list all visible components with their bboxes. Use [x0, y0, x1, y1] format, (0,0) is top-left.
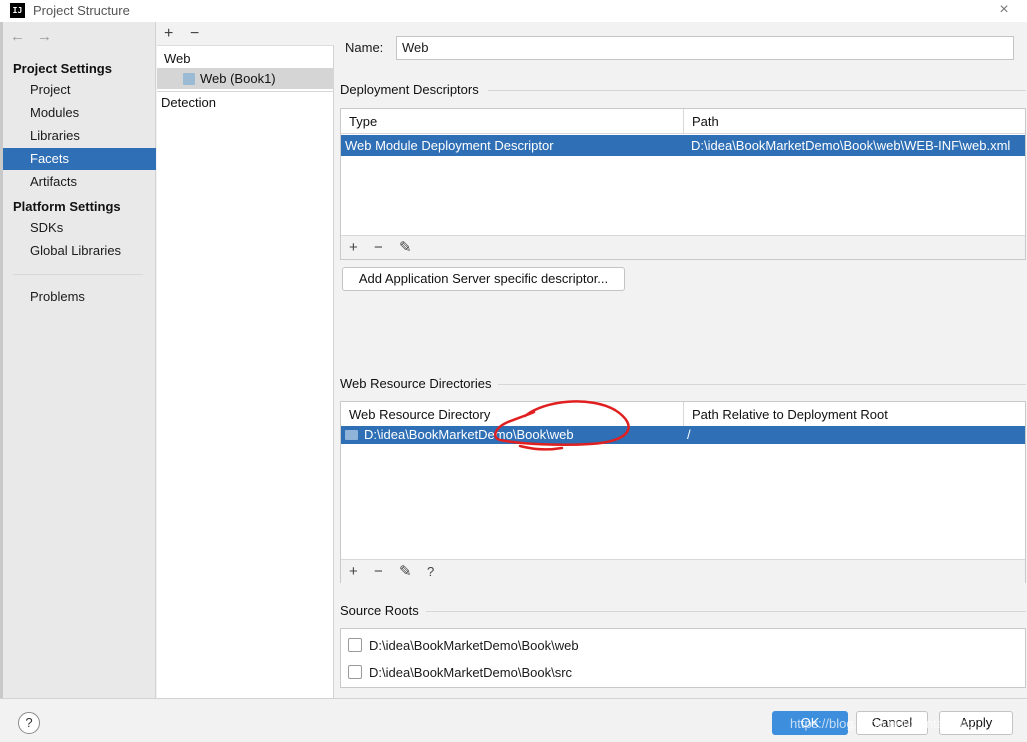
facets-tree [157, 22, 334, 698]
column-header-relative-path[interactable]: Path Relative to Deployment Root [684, 402, 888, 427]
source-root-checkbox-src[interactable] [348, 665, 362, 679]
column-separator [683, 109, 684, 134]
tree-divider [157, 91, 334, 92]
project-settings-header: Project Settings [13, 61, 112, 76]
remove-facet-button[interactable]: − [190, 23, 199, 45]
red-annotation-circle [494, 400, 630, 451]
source-root-checkbox-web[interactable] [348, 638, 362, 652]
tree-group-web[interactable]: Web [164, 51, 191, 66]
watermark-text: https://blog.csdn.net/Santa_Wan [790, 716, 978, 731]
edit-icon[interactable]: ✎ [399, 236, 412, 260]
facets-toolbar [157, 22, 334, 46]
back-arrow-icon[interactable]: ← [10, 28, 25, 45]
table-row[interactable]: D:\idea\BookMarketDemo\Book\web / [341, 426, 1025, 444]
descriptor-path-cell: D:\idea\BookMarketDemo\Book\web\WEB-INF\… [691, 138, 1011, 153]
source-root-label-web: D:\idea\BookMarketDemo\Book\web [369, 638, 579, 653]
title-bar [0, 0, 1027, 22]
group-separator [488, 90, 1026, 91]
column-header-directory[interactable]: Web Resource Directory [341, 402, 490, 427]
nav-item-sdks[interactable]: SDKs [3, 217, 156, 239]
add-facet-button[interactable]: + [164, 23, 173, 45]
group-separator [426, 611, 1026, 612]
help-icon[interactable]: ? [427, 560, 434, 584]
column-header-type[interactable]: Type [341, 109, 377, 134]
intellij-logo-icon: IJ [10, 3, 25, 18]
forward-arrow-icon[interactable]: → [37, 28, 52, 45]
nav-item-project[interactable]: Project [3, 79, 156, 101]
web-resource-table: Web Resource Directory Path Relative to … [340, 401, 1026, 583]
tree-item-web-book1[interactable]: Web (Book1) [200, 71, 276, 86]
nav-item-global-libraries[interactable]: Global Libraries [3, 240, 156, 262]
add-icon[interactable]: + [349, 236, 358, 260]
help-button[interactable]: ? [18, 712, 40, 734]
relative-path-cell: / [687, 427, 691, 442]
folder-icon [345, 430, 358, 440]
column-separator [683, 402, 684, 427]
source-roots-title: Source Roots [340, 603, 419, 618]
deployment-descriptors-title: Deployment Descriptors [340, 82, 479, 97]
nav-item-facets[interactable]: Facets [3, 148, 156, 170]
nav-divider [13, 274, 143, 275]
name-label: Name: [345, 40, 384, 55]
remove-icon[interactable]: − [374, 236, 383, 260]
source-root-label-src: D:\idea\BookMarketDemo\Book\src [369, 665, 573, 680]
deployment-toolbar: + − ✎ [341, 235, 1025, 259]
name-field[interactable]: Web [396, 36, 1014, 60]
close-icon[interactable]: × [993, 0, 1015, 22]
add-server-descriptor-button[interactable]: Add Application Server specific descript… [342, 267, 625, 291]
edit-icon[interactable]: ✎ [399, 560, 412, 584]
descriptor-type-cell: Web Module Deployment Descriptor [345, 138, 554, 153]
table-row[interactable]: Web Module Deployment Descriptor D:\idea… [341, 135, 1025, 156]
nav-item-problems[interactable]: Problems [3, 286, 156, 308]
group-separator [498, 384, 1026, 385]
nav-item-libraries[interactable]: Libraries [3, 125, 156, 147]
deployment-descriptors-table: Type Path Web Module Deployment Descript… [340, 108, 1026, 260]
remove-icon[interactable]: − [374, 560, 383, 584]
window-title: Project Structure [33, 3, 130, 18]
resource-toolbar: + − ✎ ? [341, 559, 1025, 583]
nav-item-modules[interactable]: Modules [3, 102, 156, 124]
column-header-path[interactable]: Path [684, 109, 719, 134]
add-icon[interactable]: + [349, 560, 358, 584]
web-resource-directories-title: Web Resource Directories [340, 376, 492, 391]
tree-item-detection[interactable]: Detection [161, 95, 216, 110]
web-facet-icon [183, 73, 195, 85]
platform-settings-header: Platform Settings [13, 199, 121, 214]
nav-item-artifacts[interactable]: Artifacts [3, 171, 156, 193]
